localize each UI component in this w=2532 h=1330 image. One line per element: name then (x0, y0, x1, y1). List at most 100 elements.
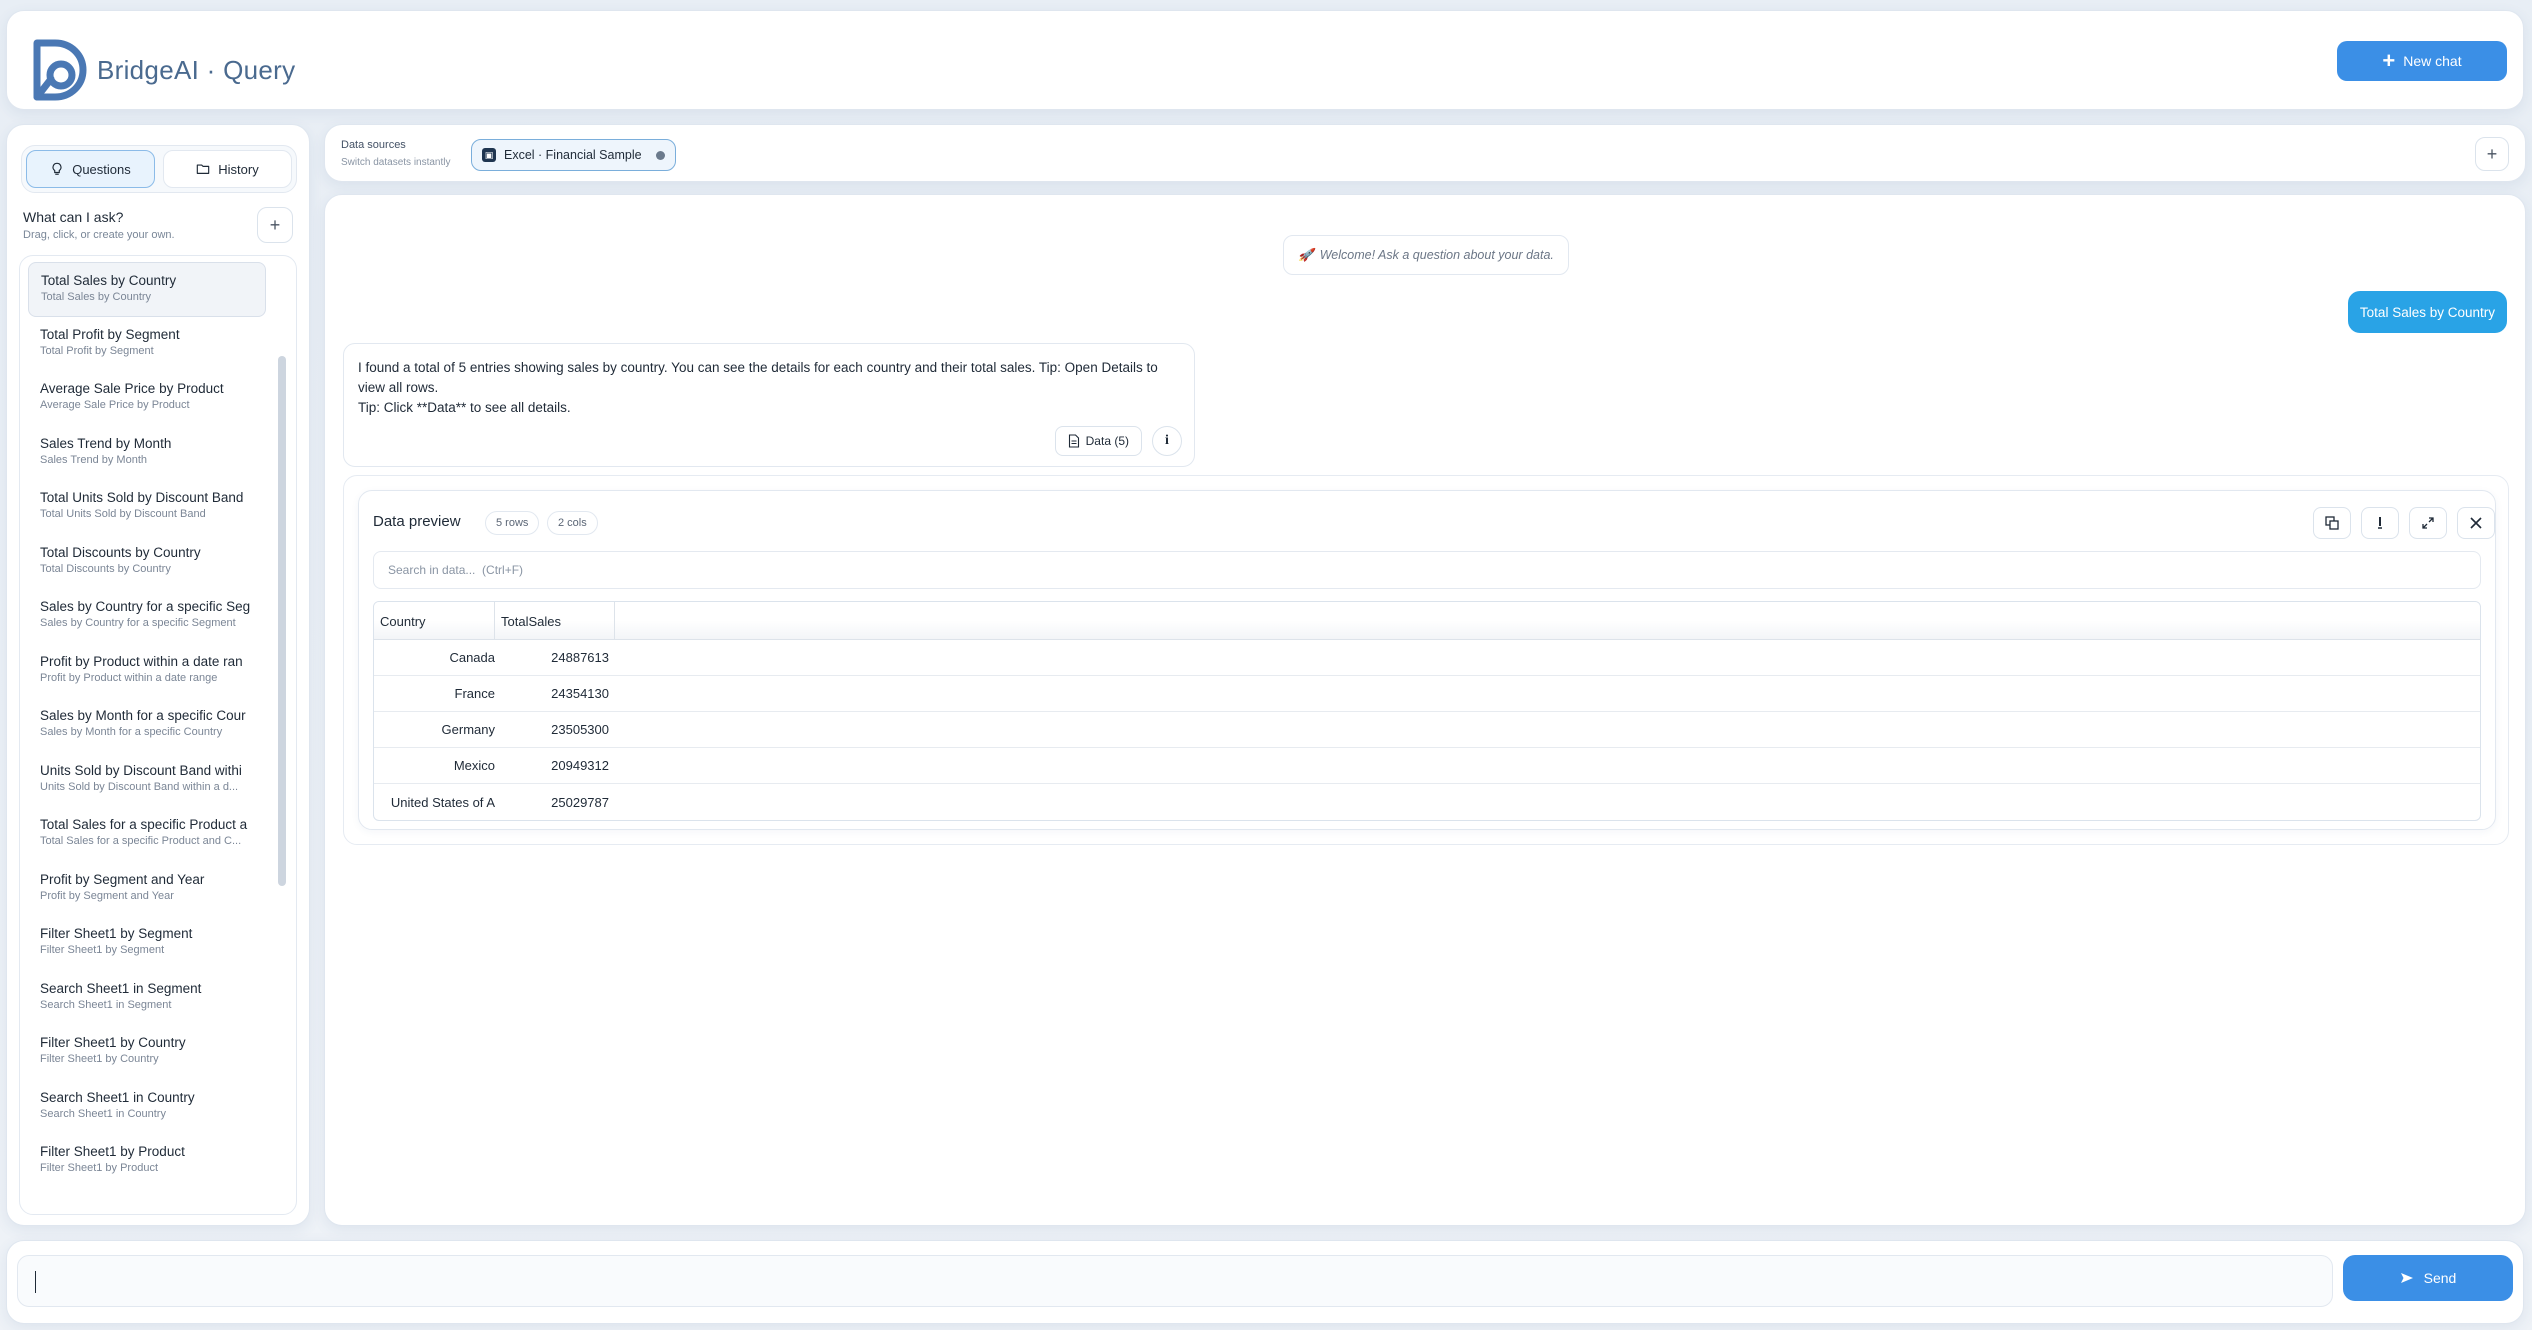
question-subtitle: Total Discounts by Country (40, 562, 171, 575)
question-subtitle: Search Sheet1 in Segment (40, 998, 172, 1011)
close-preview-button[interactable] (2457, 507, 2495, 539)
question-item[interactable]: Profit by Segment and Year Profit by Segm… (28, 862, 266, 917)
question-subtitle: Sales Trend by Month (40, 453, 148, 466)
data-search-input[interactable] (373, 551, 2481, 589)
question-item[interactable]: Sales by Country for a specific Seg Sales… (28, 589, 266, 644)
questions-heading: What can I ask? (23, 209, 124, 225)
question-subtitle: Sales by Month for a specific Country (40, 726, 223, 738)
text-caret (35, 1271, 36, 1293)
data-source-chip[interactable]: ▣ Excel · Financial Sample (471, 139, 676, 171)
rocket-icon: 🚀 (1298, 247, 1314, 262)
question-subtitle: Filter Sheet1 by Segment (40, 944, 165, 956)
plus-icon: + (2382, 48, 2396, 73)
question-item[interactable]: Filter Sheet1 by Country Filter Sheet1 by… (28, 1025, 266, 1080)
tab-questions[interactable]: Questions (26, 150, 155, 188)
assistant-message-actions: Data (5) i (1054, 426, 1182, 456)
question-title: Total Profit by Segment (40, 326, 180, 342)
expand-icon (2422, 517, 2434, 529)
question-item[interactable]: Total Profit by Segment Total Profit by S… (28, 317, 266, 372)
cell-totalsales: 24887613 (551, 650, 609, 665)
cell-totalsales: 24354130 (551, 686, 609, 701)
question-title: Filter Sheet1 by Country (40, 1035, 186, 1050)
brand-title: BridgeAI · Query (97, 55, 295, 86)
expand-button[interactable] (2409, 507, 2447, 539)
assistant-message-text: I found a total of 5 entries showing sal… (358, 360, 1158, 395)
data-preview-container: Data preview 5 rows 2 cols Country Total… (343, 475, 2509, 845)
brand-product: Query (223, 55, 296, 85)
question-subtitle: Filter Sheet1 by Product (40, 1162, 159, 1174)
cell-country: United States of A (390, 794, 495, 810)
question-item[interactable]: Search Sheet1 in Country Search Sheet1 in… (28, 1080, 266, 1135)
question-item[interactable]: Sales by Month for a specific Cour Sales … (28, 698, 266, 753)
close-icon (2470, 517, 2482, 529)
app-header: BridgeAI · Query + New chat (6, 10, 2524, 110)
questions-subheading: Drag, click, or create your own. (23, 229, 175, 241)
sidebar: Questions History What can I ask? Drag, … (6, 124, 310, 1226)
download-button[interactable] (2361, 507, 2399, 539)
excel-icon: ▣ (482, 148, 496, 162)
question-title: Sales Trend by Month (40, 435, 172, 451)
question-subtitle: Profit by Segment and Year (40, 889, 174, 902)
column-header-totalsales[interactable]: TotalSales (495, 602, 615, 639)
send-button[interactable]: Send (2343, 1255, 2513, 1301)
question-title: Search Sheet1 in Segment (40, 980, 202, 996)
bridgeai-logo-icon (33, 39, 87, 101)
question-item[interactable]: Average Sale Price by Product Average Sal… (28, 371, 266, 426)
chat-message-input[interactable] (17, 1255, 2333, 1307)
question-item[interactable]: Filter Sheet1 by Segment Filter Sheet1 by… (28, 916, 266, 971)
add-data-source-button[interactable]: + (2475, 137, 2509, 171)
question-subtitle: Profit by Product within a date range (40, 671, 218, 684)
question-item[interactable]: Search Sheet1 in Segment Search Sheet1 in… (28, 971, 266, 1026)
table-row: France 24354130 (374, 676, 2480, 712)
plus-icon: + (269, 214, 281, 235)
question-title: Total Sales by Country (41, 273, 177, 288)
cell-country: Mexico (453, 758, 495, 773)
cols-count-badge: 2 cols (547, 511, 598, 535)
plus-icon: + (2486, 143, 2498, 164)
question-list: Total Sales by Country Total Sales by Cou… (19, 255, 297, 1215)
question-item[interactable]: Sales Trend by Month Sales Trend by Month (28, 426, 266, 481)
user-message-bubble: Total Sales by Country (2347, 291, 2507, 333)
question-item[interactable]: Total Sales for a specific Product a Tota… (28, 807, 266, 862)
table-row: Canada 24887613 (374, 640, 2480, 676)
question-item[interactable]: Units Sold by Discount Band withi Units S… (28, 753, 266, 808)
data-sources-bar: Data sources Switch datasets instantly ▣… (324, 124, 2526, 182)
question-item[interactable]: Profit by Product within a date ran Profi… (28, 644, 266, 699)
table-header-row: Country TotalSales (374, 602, 2480, 640)
data-preview-table: Country TotalSales Canada 24887613 France 2… (373, 601, 2481, 821)
question-title: Profit by Segment and Year (40, 871, 205, 887)
assistant-message-bubble: I found a total of 5 entries showing sal… (343, 343, 1195, 467)
info-button[interactable]: i (1152, 426, 1182, 456)
question-item[interactable]: Total Discounts by Country Total Discount… (28, 535, 266, 590)
question-title: Total Discounts by Country (40, 544, 201, 560)
copy-icon (2325, 516, 2339, 530)
question-title: Total Units Sold by Discount Band (40, 490, 244, 505)
brand-separator: · (199, 55, 224, 85)
question-item[interactable]: Filter Sheet1 by Product Filter Sheet1 by… (28, 1134, 266, 1189)
data-button[interactable]: Data (5) (1054, 426, 1142, 456)
data-button-label: Data (5) (1085, 434, 1129, 448)
question-subtitle: Total Sales for a specific Product and C… (40, 835, 242, 847)
lightbulb-icon (52, 162, 62, 175)
question-list-scrollbar[interactable] (278, 356, 286, 886)
question-title: Total Sales for a specific Product a (40, 817, 248, 832)
send-icon (2400, 1273, 2413, 1283)
question-item[interactable]: Total Units Sold by Discount Band Total U… (28, 480, 266, 535)
question-item[interactable]: Total Sales by Country Total Sales by Cou… (28, 262, 266, 317)
question-title: Sales by Country for a specific Seg (40, 599, 251, 614)
info-icon: i (1165, 433, 1169, 448)
column-header-country[interactable]: Country (374, 602, 495, 639)
question-subtitle: Average Sale Price by Product (40, 399, 190, 411)
tab-history[interactable]: History (163, 150, 292, 188)
chat-panel: 🚀 Welcome! Ask a question about your dat… (324, 194, 2526, 1226)
question-subtitle: Total Profit by Segment (40, 344, 154, 357)
cell-country: Germany (441, 722, 495, 737)
add-question-button[interactable]: + (257, 207, 293, 243)
question-title: Filter Sheet1 by Segment (40, 926, 193, 941)
welcome-message: 🚀 Welcome! Ask a question about your dat… (1283, 235, 1569, 275)
new-chat-button[interactable]: + New chat (2337, 41, 2507, 81)
cell-country: Canada (449, 650, 495, 665)
download-icon (2378, 517, 2382, 529)
question-subtitle: Sales by Country for a specific Segment (40, 617, 236, 629)
copy-button[interactable] (2313, 507, 2351, 539)
